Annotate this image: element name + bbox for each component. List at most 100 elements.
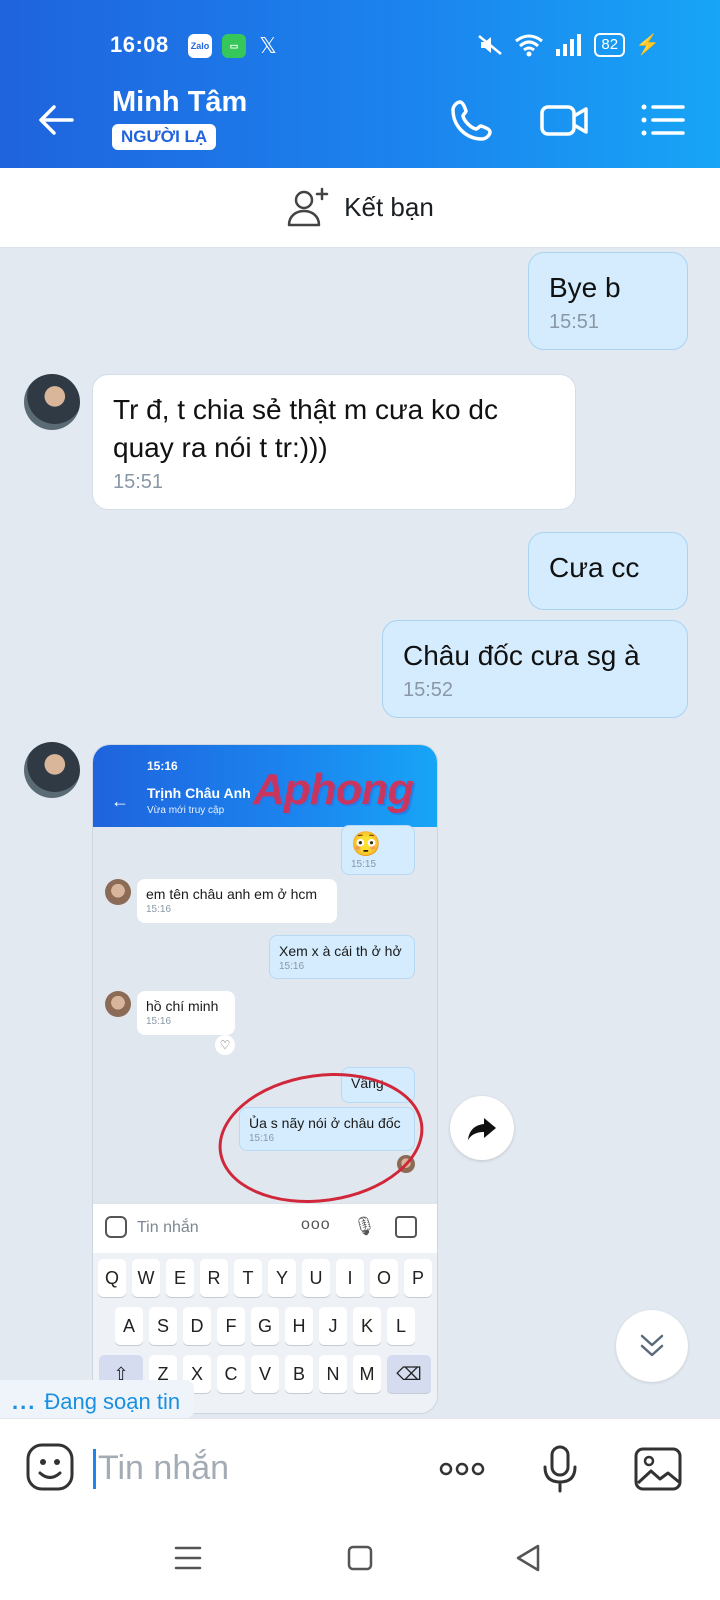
- message-text: Châu đốc cưa sg à: [403, 640, 640, 671]
- top-bar: 16:08 Zalo ▭ 𝕏 82 ⚡ Minh Tâm NGƯỜI LẠ: [0, 0, 720, 168]
- screenshot-avatar: [105, 991, 131, 1017]
- forward-icon: [468, 1118, 496, 1140]
- contact-name[interactable]: Minh Tâm: [112, 86, 247, 119]
- screenshot-message-time: 15:16: [146, 1016, 172, 1027]
- key: S: [149, 1307, 177, 1345]
- message-bubble-sent[interactable]: Cưa cc: [528, 532, 688, 610]
- screenshot-message-text: em tên châu anh em ở hcm: [146, 886, 318, 902]
- charging-icon: ⚡: [635, 34, 660, 56]
- screenshot-more-icon: ooo: [301, 1216, 331, 1233]
- message-composer: Tin nhắn: [0, 1418, 720, 1516]
- key: J: [319, 1307, 347, 1345]
- image-icon[interactable]: [632, 1443, 684, 1495]
- keyboard-row: A S D F G H J K L: [93, 1307, 437, 1345]
- screenshot-back-icon: ←: [111, 791, 129, 811]
- screenshot-mic-icon: 🎙: [353, 1216, 376, 1236]
- key: Q: [98, 1259, 126, 1297]
- wifi-icon: [515, 34, 544, 56]
- screenshot-message-text: 😳: [351, 831, 381, 858]
- screenshot-bubble-sent: Xem x à cái th ở hở 15:16: [269, 935, 415, 979]
- chat-header: Minh Tâm NGƯỜI LẠ: [0, 72, 720, 168]
- message-time: 15:52: [403, 679, 454, 701]
- back-arrow-icon[interactable]: [32, 96, 80, 144]
- screenshot-message-text: hồ chí minh: [146, 998, 219, 1014]
- menu-list-icon[interactable]: [636, 94, 688, 146]
- key: R: [200, 1259, 228, 1297]
- message-bubble-sent[interactable]: Bye b 15:51: [528, 252, 688, 350]
- shared-screenshot-image[interactable]: 15:16 ← Trịnh Châu Anh Vừa mới truy cập …: [92, 744, 438, 1414]
- screenshot-message-time: 15:15: [351, 859, 377, 870]
- zalo-notification-icon: Zalo: [188, 34, 212, 58]
- message-time: 15:51: [549, 311, 600, 333]
- add-friend-bar[interactable]: Kết bạn: [0, 168, 720, 248]
- key: G: [251, 1307, 279, 1345]
- forward-button[interactable]: [450, 1096, 514, 1160]
- screenshot-input-bar: Tin nhắn ooo 🎙: [93, 1203, 437, 1253]
- key: P: [404, 1259, 432, 1297]
- key: K: [353, 1307, 381, 1345]
- message-bubble-received[interactable]: Tr đ, t chia sẻ thật m cưa ko dc quay ra…: [92, 374, 576, 510]
- typing-text: Đang soạn tin: [44, 1389, 181, 1414]
- recent-apps-icon[interactable]: [168, 1538, 208, 1578]
- back-icon[interactable]: [508, 1538, 548, 1578]
- typing-indicator: ... Đang soạn tin: [0, 1380, 195, 1418]
- watermark-logo: Aphong: [253, 765, 414, 814]
- message-text: Cưa cc: [549, 552, 640, 583]
- add-friend-icon: [287, 187, 329, 226]
- message-input[interactable]: Tin nhắn: [98, 1449, 229, 1488]
- key: V: [251, 1355, 279, 1393]
- key: F: [217, 1307, 245, 1345]
- key: E: [166, 1259, 194, 1297]
- status-bar: 16:08 Zalo ▭ 𝕏 82 ⚡: [0, 0, 720, 72]
- key: D: [183, 1307, 211, 1345]
- mute-icon: [478, 34, 503, 55]
- video-call-icon[interactable]: [538, 94, 590, 146]
- notification-icons: Zalo ▭ 𝕏: [188, 33, 280, 58]
- contact-avatar[interactable]: [24, 742, 80, 798]
- mic-icon[interactable]: [534, 1443, 586, 1495]
- more-icon[interactable]: [436, 1443, 488, 1495]
- screenshot-header: 15:16 ← Trịnh Châu Anh Vừa mới truy cập …: [93, 745, 437, 827]
- keyboard-row: Q W E R T Y U I O P: [93, 1259, 437, 1297]
- key: B: [285, 1355, 313, 1393]
- x-icon: 𝕏: [259, 33, 277, 58]
- system-navigation-bar: [0, 1516, 720, 1600]
- screenshot-heart-reaction-icon: ♡: [215, 1035, 235, 1055]
- key: O: [370, 1259, 398, 1297]
- screenshot-status-time: 15:16: [147, 759, 178, 773]
- key: L: [387, 1307, 415, 1345]
- screenshot-message-time: 15:16: [146, 904, 172, 915]
- signal-icon: [556, 33, 582, 56]
- phone-icon[interactable]: [446, 94, 498, 146]
- text-cursor: [93, 1449, 96, 1489]
- key: W: [132, 1259, 160, 1297]
- screenshot-bubble-received: em tên châu anh em ở hcm 15:16: [137, 879, 337, 923]
- contact-avatar[interactable]: [24, 374, 80, 430]
- screenshot-contact-name: Trịnh Châu Anh: [147, 785, 251, 801]
- stranger-badge: NGƯỜI LẠ: [112, 124, 217, 150]
- key: M: [353, 1355, 381, 1393]
- screenshot-input-placeholder: Tin nhắn: [137, 1219, 199, 1236]
- key: N: [319, 1355, 347, 1393]
- screenshot-bubble-received: hồ chí minh 15:16: [137, 991, 235, 1035]
- battery-level: 82: [594, 32, 626, 57]
- screenshot-image-icon: [395, 1216, 417, 1238]
- emoji-icon[interactable]: [24, 1441, 76, 1493]
- message-text: Tr đ, t chia sẻ thật m cưa ko dc quay ra…: [113, 394, 498, 463]
- status-time: 16:08: [110, 32, 169, 57]
- key: Y: [268, 1259, 296, 1297]
- backspace-key: ⌫: [387, 1355, 431, 1393]
- double-chevron-down-icon: [640, 1334, 664, 1357]
- typing-dots: ...: [12, 1389, 37, 1414]
- scroll-to-bottom-button[interactable]: [616, 1310, 688, 1382]
- screenshot-emoji-icon: [105, 1216, 127, 1238]
- key: U: [302, 1259, 330, 1297]
- message-time: 15:51: [113, 471, 164, 493]
- screenshot-contact-status: Vừa mới truy cập: [147, 805, 225, 816]
- screenshot-message-time: 15:16: [279, 961, 305, 972]
- messages-icon: ▭: [222, 34, 246, 58]
- screenshot-bubble-sent: 😳 15:15: [341, 825, 415, 875]
- message-bubble-sent[interactable]: Châu đốc cưa sg à 15:52: [382, 620, 688, 718]
- home-icon[interactable]: [340, 1538, 380, 1578]
- screenshot-avatar: [105, 879, 131, 905]
